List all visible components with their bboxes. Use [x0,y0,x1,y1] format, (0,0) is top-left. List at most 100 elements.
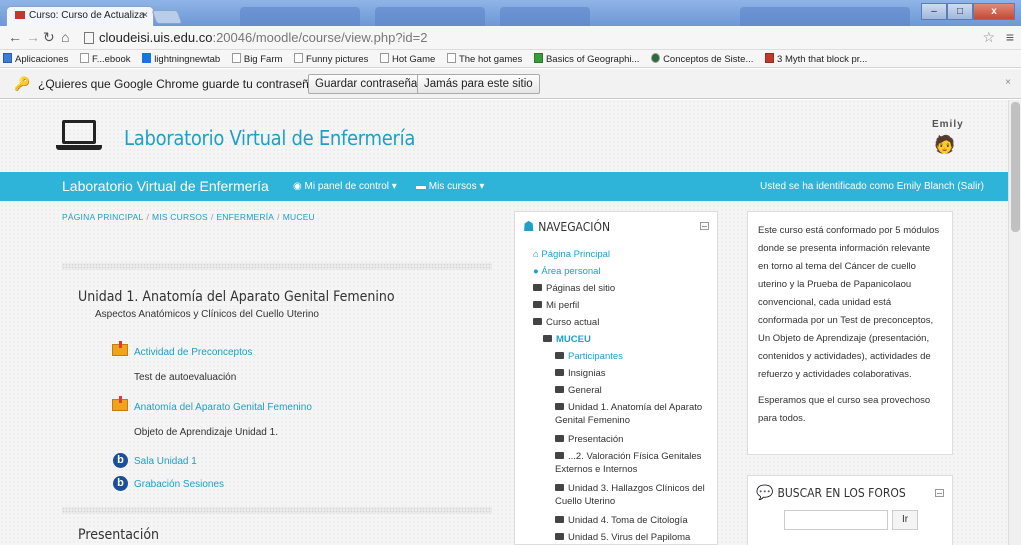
bookmark-item[interactable]: Funny pictures [291,50,374,65]
breadcrumb-item[interactable]: ENFERMERÍA [216,212,274,222]
quiz-icon [112,341,128,356]
nav-item-current[interactable]: MUCEU [543,333,591,346]
nav-item[interactable]: Páginas del sitio [533,282,615,295]
bookmark-apps[interactable]: Aplicaciones [0,50,74,65]
dashboard-menu[interactable]: ◉ Mi panel de control ▾ [293,181,397,192]
folder-icon [555,533,564,540]
activity-description: Objeto de Aprendizaje Unidad 1. [134,427,278,438]
new-tab-button[interactable] [151,10,183,24]
save-password-button[interactable]: Guardar contraseña [308,74,425,94]
bookmark-item[interactable]: Conceptos de Siste... [648,50,759,65]
login-info[interactable]: Usted se ha identificado como Emily Blan… [760,181,984,192]
reload-icon[interactable]: ↻ [43,29,55,46]
nav-item[interactable]: Curso actual [533,316,599,329]
avatar[interactable]: 🧑 [934,135,955,155]
collapse-icon[interactable] [700,222,709,230]
sitemap-icon: ☗ [523,219,535,235]
breadcrumb-item[interactable]: MIS CURSOS [152,212,208,222]
courses-menu[interactable]: ▬ Mis cursos ▾ [416,181,484,192]
nav-item[interactable]: Insignias [555,367,606,380]
window-controls: – □ x [921,3,1015,20]
blackboard-collaborate-icon: b [113,453,128,468]
breadcrumb-item[interactable]: MUCEU [283,212,315,222]
bookmark-item[interactable]: The hot games [444,50,528,65]
bookmark-item[interactable]: F...ebook [77,50,137,65]
bookmark-item[interactable]: Big Farm [229,50,289,65]
activity-link[interactable]: Anatomía del Aparato Genital Femenino [134,402,312,413]
nav-item[interactable]: Unidad 3. Hallazgos Clínicos del [555,482,705,495]
forum-search-button[interactable]: Ir [892,510,918,530]
nav-item[interactable]: General [555,384,602,397]
user-name[interactable]: Emily [932,119,964,130]
bookmark-item[interactable]: 3 Myth that block pr... [762,50,873,65]
home-icon[interactable]: ⌂ [61,29,69,45]
nav-item-continued[interactable]: Externos e Internos [555,463,637,476]
background-tab[interactable] [500,7,590,26]
address-bar[interactable]: cloudeisi.uis.edu.co:20046/moodle/course… [78,29,973,47]
nav-item[interactable]: Unidad 4. Toma de Citología [555,514,688,527]
forward-arrow-icon[interactable]: → [26,29,40,45]
forum-search-block: 💬 BUSCAR EN LOS FOROS Ir [747,475,953,545]
nav-item[interactable]: Participantes [555,350,623,363]
site-title[interactable]: Laboratorio Virtual de Enfermería [124,126,415,150]
nav-item[interactable]: Mi perfil [533,299,579,312]
folder-icon [533,301,542,308]
page-scrollbar[interactable] [1008,100,1021,545]
apps-grid-icon [3,53,12,63]
breadcrumb-item[interactable]: PÁGINA PRINCIPAL [62,212,143,222]
nav-item[interactable]: Unidad 1. Anatomía del Aparato [555,401,702,414]
infobar-close-icon[interactable]: × [1005,77,1011,88]
tab-close-icon[interactable]: × [142,10,148,21]
nav-item-continued[interactable]: Cuello Uterino [555,495,615,508]
section-divider [62,507,492,514]
tab-title: Curso: Curso de Actualiza [29,10,145,21]
top-navbar: Laboratorio Virtual de Enfermería ◉ Mi p… [0,172,1008,201]
key-icon: 🔑 [14,76,31,91]
activity-link[interactable]: Sala Unidad 1 [134,456,197,467]
back-arrow-icon[interactable]: ← [8,29,22,45]
breadcrumb: PÁGINA PRINCIPAL / MIS CURSOS / ENFERMERÍA / M… [62,212,315,222]
blackboard-collaborate-icon: b [113,476,128,491]
bookmark-item[interactable]: lightningnewtab [139,50,226,65]
nav-item[interactable]: Unidad 5. Virus del Papiloma [555,531,690,544]
bookmark-star-icon[interactable]: ☆ [982,29,995,46]
bookmark-item[interactable]: Basics of Geographi... [531,50,645,65]
geography-icon [533,53,543,63]
nav-item[interactable]: ● Área personal [533,265,601,278]
collapse-icon[interactable] [935,489,944,497]
background-tab[interactable] [240,7,360,26]
globe-icon [651,53,661,63]
active-tab[interactable]: Curso: Curso de Actualiza × [6,6,154,26]
laptop-logo-icon [62,120,96,144]
forum-search-input[interactable] [784,510,888,530]
scrollbar-thumb[interactable] [1011,102,1020,232]
bookmark-item[interactable]: Hot Game [377,50,441,65]
laptop-logo-base [56,145,102,150]
background-tab[interactable] [740,7,910,26]
minimize-button[interactable]: – [921,3,947,20]
moodle-favicon-icon [15,11,25,19]
close-window-button[interactable]: x [973,3,1015,20]
page-icon [446,53,456,63]
course-content: PÁGINA PRINCIPAL / MIS CURSOS / ENFERMERÍA / M… [62,201,492,545]
course-summary-closing: Esperamos que el curso sea provechoso pa… [758,395,931,424]
maximize-button[interactable]: □ [947,3,973,20]
folder-icon [555,386,564,393]
folder-icon [543,335,552,342]
chrome-menu-icon[interactable]: ≡ [1006,29,1014,45]
nav-item[interactable]: Presentación [555,433,623,446]
lightning-icon [142,53,152,63]
page-icon [231,53,241,63]
nav-item[interactable]: ...2. Valoración Física Genitales [555,450,701,463]
navbar-brand[interactable]: Laboratorio Virtual de Enfermería [62,178,269,194]
section-title-presentacion: Presentación [78,527,160,543]
never-save-button[interactable]: Jamás para este sitio [417,74,540,94]
background-tab[interactable] [375,7,485,26]
browser-tabstrip: Curso: Curso de Actualiza × – □ x [0,0,1021,26]
activity-link[interactable]: Actividad de Preconceptos [134,347,252,358]
nav-item-continued[interactable]: Genital Femenino [555,414,630,427]
course-summary-text: Este curso está conformado por 5 módulos… [758,225,940,380]
activity-link[interactable]: Grabación Sesiones [134,479,224,490]
nav-item[interactable]: ⌂ Página Principal [533,248,610,261]
url-host: cloudeisi.uis.edu.co [99,30,213,45]
